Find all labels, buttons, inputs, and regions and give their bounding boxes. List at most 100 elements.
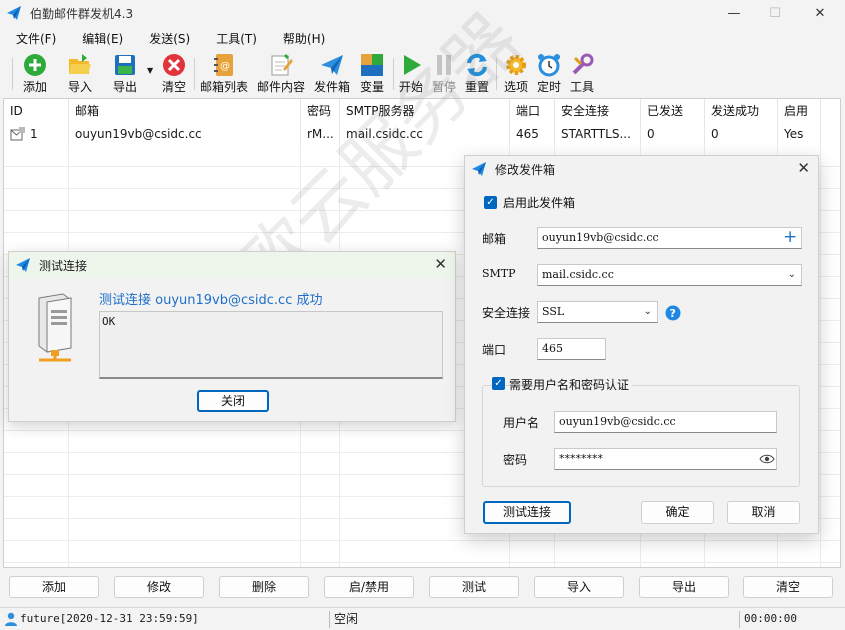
cell-sent: 0 xyxy=(641,123,705,145)
menu-tools[interactable]: 工具(T) xyxy=(200,28,267,50)
column-header-sent[interactable]: 已发送 xyxy=(641,99,705,123)
menu-bar: 文件(F) 编辑(E) 发送(S) 工具(T) 帮助(H) xyxy=(0,28,335,50)
toolbar-separator xyxy=(12,58,13,90)
close-icon[interactable]: ✕ xyxy=(797,159,810,177)
test-dialog-titlebar: 测试连接 xyxy=(9,252,455,278)
clear-button[interactable]: 清空 xyxy=(743,576,833,598)
save-icon xyxy=(112,52,138,78)
smtp-label: SMTP xyxy=(482,267,516,280)
cell-smtp: mail.csidc.cc xyxy=(340,123,510,145)
cell-id-text: 1 xyxy=(30,127,38,141)
column-header-security[interactable]: 安全连接 xyxy=(555,99,641,123)
import-tool-button[interactable]: 导入 xyxy=(67,52,93,95)
reset-tool-button[interactable]: 重置 xyxy=(464,52,490,95)
add-icon[interactable]: + xyxy=(783,227,797,247)
clear-icon xyxy=(161,52,187,78)
port-field[interactable]: 465 xyxy=(537,338,606,360)
port-label: 端口 xyxy=(482,343,507,357)
table-header: ID 邮箱 密码 SMTP服务器 端口 安全连接 已发送 发送成功 启用 xyxy=(4,99,840,123)
edit-document-icon xyxy=(268,52,294,78)
variables-tool-label: 变量 xyxy=(359,80,384,94)
user-icon xyxy=(5,612,17,626)
username-field[interactable]: ouyun19vb@csidc.cc xyxy=(554,411,777,433)
server-icon xyxy=(38,293,72,362)
svg-text:@: @ xyxy=(220,61,230,72)
enable-mailbox-checkbox[interactable]: ✓ xyxy=(484,196,497,209)
close-window-button[interactable]: ✕ xyxy=(802,0,838,26)
delete-button[interactable]: 删除 xyxy=(219,576,309,598)
edit-button[interactable]: 修改 xyxy=(114,576,204,598)
security-select[interactable]: SSL ⌄ xyxy=(537,301,658,323)
column-header-port[interactable]: 端口 xyxy=(510,99,555,123)
export-dropdown-arrow-icon[interactable]: ▼ xyxy=(147,66,153,75)
email-field[interactable]: ouyun19vb@csidc.cc xyxy=(537,227,802,249)
start-tool-label: 开始 xyxy=(398,80,423,94)
mail-dialog-title: 修改发件箱 xyxy=(495,162,556,177)
paper-plane-icon xyxy=(319,52,345,78)
folder-open-icon xyxy=(67,52,93,78)
alarm-clock-icon xyxy=(536,52,562,78)
add-tool-button[interactable]: 添加 xyxy=(22,52,48,95)
maximize-button[interactable]: ☐ xyxy=(757,0,793,26)
variables-tool-button[interactable]: 变量 xyxy=(359,52,385,95)
clear-tool-label: 清空 xyxy=(161,80,186,94)
toolbar-separator xyxy=(194,58,195,90)
column-header-id[interactable]: ID xyxy=(4,99,69,123)
test-button[interactable]: 测试 xyxy=(429,576,519,598)
import-button[interactable]: 导入 xyxy=(534,576,624,598)
smtp-select[interactable]: mail.csidc.cc ⌄ xyxy=(537,264,802,286)
mail-content-tool-label: 邮件内容 xyxy=(257,80,306,94)
chevron-down-icon: ⌄ xyxy=(787,269,796,280)
add-tool-label: 添加 xyxy=(22,80,47,94)
cancel-button[interactable]: 取消 xyxy=(727,501,800,524)
minimize-button[interactable]: — xyxy=(716,0,752,26)
pause-tool-button[interactable]: 暂停 xyxy=(431,52,457,95)
export-button[interactable]: 导出 xyxy=(639,576,729,598)
menu-help[interactable]: 帮助(H) xyxy=(267,28,335,50)
close-dialog-button[interactable]: 关闭 xyxy=(197,390,269,412)
mail-content-tool-button[interactable]: 邮件内容 xyxy=(257,52,305,95)
help-icon[interactable]: ? xyxy=(665,305,681,321)
column-header-success[interactable]: 发送成功 xyxy=(705,99,778,123)
column-header-smtp[interactable]: SMTP服务器 xyxy=(340,99,510,123)
auth-checkbox[interactable]: ✓ xyxy=(492,377,505,390)
export-tool-label: 导出 xyxy=(112,80,137,94)
pause-icon xyxy=(431,52,457,78)
gear-icon xyxy=(503,52,529,78)
reset-icon xyxy=(464,52,490,78)
test-output-box[interactable]: OK xyxy=(99,311,443,379)
column-header-password[interactable]: 密码 xyxy=(301,99,340,123)
mailbox-list-tool-button[interactable]: @ 邮箱列表 xyxy=(200,52,248,95)
smtp-select-value: mail.csidc.cc xyxy=(542,268,614,281)
sender-box-tool-button[interactable]: 发件箱 xyxy=(314,52,350,95)
username-label: 用户名 xyxy=(503,416,540,430)
table-row[interactable]: 1 ouyun19vb@csidc.cc rM... mail.csidc.cc… xyxy=(4,123,840,145)
start-tool-button[interactable]: 开始 xyxy=(398,52,424,95)
status-time: 00:00:00 xyxy=(744,612,797,625)
tools-tool-button[interactable]: 工具 xyxy=(569,52,595,95)
test-connection-button[interactable]: 测试连接 xyxy=(483,501,571,524)
column-header-email[interactable]: 邮箱 xyxy=(69,99,301,123)
eye-icon[interactable] xyxy=(759,453,775,465)
clear-tool-button[interactable]: 清空 xyxy=(161,52,187,95)
column-header-enabled[interactable]: 启用 xyxy=(778,99,821,123)
export-tool-button[interactable]: 导出 xyxy=(112,52,138,95)
email-label: 邮箱 xyxy=(482,232,507,246)
add-button[interactable]: 添加 xyxy=(9,576,99,598)
password-label: 密码 xyxy=(503,453,528,467)
edit-mailbox-dialog: 修改发件箱 ✕ ✓ 启用此发件箱 邮箱 ouyun19vb@csidc.cc +… xyxy=(464,155,819,534)
menu-edit[interactable]: 编辑(E) xyxy=(66,28,133,50)
close-icon[interactable]: ✕ xyxy=(434,255,447,273)
wrench-icon xyxy=(569,52,595,78)
options-tool-button[interactable]: 选项 xyxy=(503,52,529,95)
reset-tool-label: 重置 xyxy=(464,80,489,94)
menu-send[interactable]: 发送(S) xyxy=(133,28,200,50)
ok-button[interactable]: 确定 xyxy=(641,501,714,524)
menu-file[interactable]: 文件(F) xyxy=(0,28,66,50)
app-icon xyxy=(7,6,21,20)
play-icon xyxy=(398,52,424,78)
timer-tool-button[interactable]: 定时 xyxy=(536,52,562,95)
chevron-down-icon: ⌄ xyxy=(643,306,652,317)
toggle-enable-button[interactable]: 启/禁用 xyxy=(324,576,414,598)
password-field[interactable]: ******** xyxy=(554,448,777,470)
